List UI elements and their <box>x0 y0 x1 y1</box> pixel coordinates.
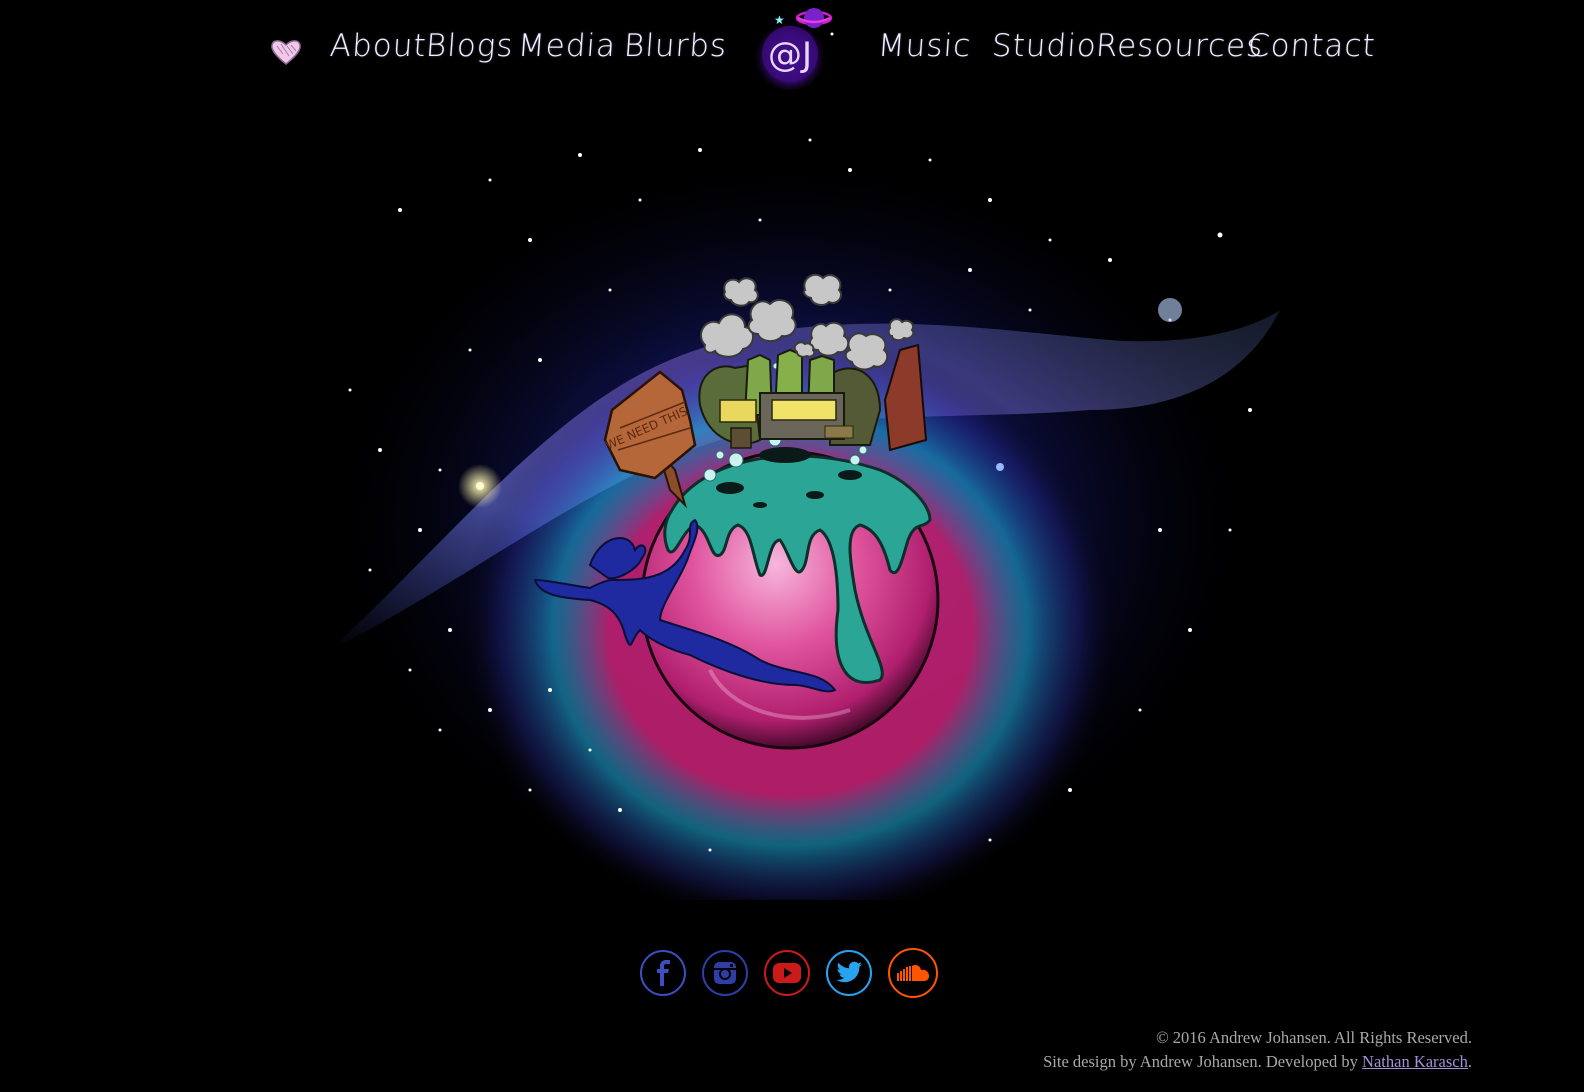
youtube-button[interactable] <box>764 950 810 996</box>
instagram-icon <box>714 962 736 984</box>
site-footer: © 2016 Andrew Johansen. All Rights Reser… <box>1043 1026 1472 1074</box>
twitter-icon <box>836 961 862 983</box>
nav-about[interactable]: About <box>329 28 428 64</box>
soundcloud-button[interactable] <box>888 948 938 998</box>
svg-text:★: ★ <box>774 13 785 27</box>
site-logo[interactable]: @J ★ <box>752 2 838 92</box>
credits-text: Site design by Andrew Johansen. Develope… <box>1043 1052 1363 1071</box>
heart-icon[interactable] <box>270 38 302 66</box>
nav-contact[interactable]: Contact <box>1247 28 1377 64</box>
nav-media[interactable]: Media <box>517 28 618 64</box>
copyright-text: © 2016 Andrew Johansen. All Rights Reser… <box>1156 1028 1472 1047</box>
nav-resources[interactable]: Resources <box>1095 28 1265 64</box>
nav-blogs[interactable]: Blogs <box>425 28 515 64</box>
credits-suffix: . <box>1467 1052 1472 1071</box>
nav-blurbs[interactable]: Blurbs <box>623 28 729 64</box>
credits-line: Site design by Andrew Johansen. Develope… <box>1043 1050 1472 1074</box>
main-nav: About Blogs Media Blurbs @J ★ Music Stud… <box>0 0 1584 110</box>
nav-studio[interactable]: Studio <box>991 28 1098 64</box>
facebook-icon <box>657 960 670 986</box>
youtube-icon <box>773 963 801 983</box>
social-links <box>640 948 950 1002</box>
hero-illustration: WE NEED THIS <box>290 110 1310 900</box>
planet-logo-icon: @J ★ <box>754 8 834 90</box>
planet-illustration: WE NEED THIS <box>320 130 1280 900</box>
facebook-button[interactable] <box>640 950 686 996</box>
instagram-button[interactable] <box>702 950 748 996</box>
nav-music[interactable]: Music <box>877 28 973 64</box>
twitter-button[interactable] <box>826 950 872 996</box>
svg-text:@J: @J <box>768 35 812 75</box>
soundcloud-icon <box>897 965 929 981</box>
page: About Blogs Media Blurbs @J ★ Music Stud… <box>0 0 1584 1092</box>
developer-link[interactable]: Nathan Karasch <box>1362 1052 1468 1071</box>
